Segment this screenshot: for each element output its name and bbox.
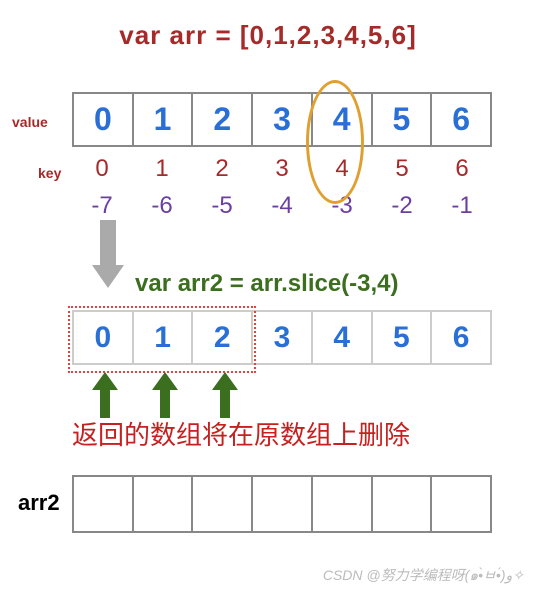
empty-cell [192, 476, 252, 532]
arr2-table [72, 475, 492, 533]
neg-cell: -7 [72, 192, 132, 220]
empty-cell [133, 476, 193, 532]
empty-cell [252, 476, 312, 532]
arr-cell: 3 [252, 93, 312, 146]
key-cell: 6 [432, 155, 492, 183]
slice-cell: 6 [431, 311, 491, 364]
key-cell: 5 [372, 155, 432, 183]
slice-cell: 3 [252, 311, 312, 364]
arr-cell: 5 [372, 93, 432, 146]
arr-value-table: 0 1 2 3 4 5 6 [72, 92, 492, 147]
empty-cell [431, 476, 491, 532]
value-label: value [12, 114, 48, 130]
watermark: CSDN @努力学编程呀(๑•̀ㅂ•́)و✧ [323, 565, 524, 587]
neg-cell: -2 [372, 192, 432, 220]
arr-cell: 2 [192, 93, 252, 146]
up-arrow-icon [210, 370, 240, 420]
key-label: key [38, 165, 61, 181]
neg-cell: -1 [432, 192, 492, 220]
arr2-label: arr2 [18, 490, 60, 516]
key-cell: 1 [132, 155, 192, 183]
declaration-code: var arr = [0,1,2,3,4,5,6] [0, 20, 536, 51]
empty-cell [372, 476, 432, 532]
key-cell: 0 [72, 155, 132, 183]
arr-cell: 0 [73, 93, 133, 146]
empty-cell [73, 476, 133, 532]
neg-cell: -4 [252, 192, 312, 220]
up-arrow-icon [90, 370, 120, 420]
highlight-oval [306, 80, 364, 204]
key-cell: 3 [252, 155, 312, 183]
empty-cell [312, 476, 372, 532]
down-arrow-icon [88, 220, 128, 290]
arr-cell: 1 [133, 93, 193, 146]
key-cell: 2 [192, 155, 252, 183]
up-arrow-icon [150, 370, 180, 420]
caption-text: 返回的数组将在原数组上删除 [72, 415, 410, 452]
positive-index-row: 0 1 2 3 4 5 6 [72, 155, 492, 183]
returned-highlight-box [68, 306, 256, 373]
arr-cell: 6 [431, 93, 491, 146]
slice-cell: 4 [312, 311, 372, 364]
slice-code: var arr2 = arr.slice(-3,4) [135, 270, 399, 298]
neg-cell: -5 [192, 192, 252, 220]
slice-cell: 5 [372, 311, 432, 364]
negative-index-row: -7 -6 -5 -4 -3 -2 -1 [72, 192, 492, 220]
neg-cell: -6 [132, 192, 192, 220]
